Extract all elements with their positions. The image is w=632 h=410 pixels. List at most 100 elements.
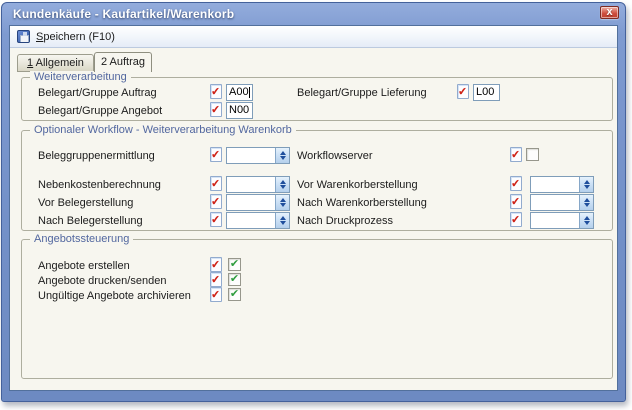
group-angebotssteuerung-title: Angebotssteuerung (30, 233, 133, 245)
red-check-glyph: ✔ (211, 259, 221, 272)
combo-nach-warenkorberstellung[interactable] (530, 194, 594, 211)
checkbox-angebote-drucken[interactable]: ✔ (228, 273, 241, 286)
tab-allgemein[interactable]: 1 Allgemein (17, 54, 94, 72)
spin-up-icon (280, 151, 286, 155)
red-check-glyph: ✔ (211, 86, 221, 99)
doc-check-icon[interactable]: ✔ (210, 176, 222, 191)
green-check-icon: ✔ (229, 289, 240, 300)
doc-check-icon[interactable]: ✔ (510, 147, 522, 162)
spin-down-icon (584, 203, 590, 207)
combo-beleggruppenermittlung[interactable] (226, 147, 290, 164)
combo-vor-belegerstellung[interactable] (226, 194, 290, 211)
doc-check-icon[interactable]: ✔ (457, 84, 469, 99)
label-nach-druckprozess: Nach Druckprozess (297, 215, 393, 228)
save-icon (17, 30, 30, 43)
spin-up-icon (584, 180, 590, 184)
label-belegart-lieferung: Belegart/Gruppe Lieferung (297, 87, 427, 100)
label-angebote-erstellen: Angebote erstellen (38, 260, 130, 273)
tab-auftrag[interactable]: 2 Auftrag (94, 52, 152, 72)
spin-up-icon (280, 198, 286, 202)
label-nach-warenkorberstellung: Nach Warenkorberstellung (297, 197, 427, 210)
spinner-button[interactable] (579, 177, 593, 192)
red-check-glyph: ✔ (511, 178, 521, 191)
checkbox-angebote-archivieren[interactable]: ✔ (228, 288, 241, 301)
doc-check-icon[interactable]: ✔ (510, 194, 522, 209)
group-weiterverarbeitung: Weiterverarbeitung Belegart/Gruppe Auftr… (21, 77, 613, 121)
red-check-glyph: ✔ (211, 274, 221, 287)
spinner-button[interactable] (579, 213, 593, 228)
save-label-rest: peichern (F10) (43, 31, 115, 43)
close-icon: x (601, 7, 618, 17)
spinner-button[interactable] (275, 195, 289, 210)
label-workflowserver: Workflowserver (297, 150, 373, 163)
title-bar[interactable]: Kundenkäufe - Kaufartikel/Warenkorb x (2, 3, 625, 25)
combo-vor-warenkorberstellung[interactable] (530, 176, 594, 193)
input-belegart-auftrag[interactable]: A00 (226, 84, 253, 101)
doc-check-icon[interactable]: ✔ (210, 257, 222, 272)
doc-check-icon[interactable]: ✔ (210, 194, 222, 209)
label-nach-belegerstellung: Nach Belegerstellung (38, 215, 143, 228)
label-belegart-auftrag: Belegart/Gruppe Auftrag (38, 87, 157, 100)
input-belegart-angebot[interactable]: N00 (226, 102, 253, 119)
doc-check-icon[interactable]: ✔ (210, 102, 222, 117)
label-angebote-archivieren: Ungültige Angebote archivieren (38, 290, 191, 303)
label-beleggruppenermittlung: Beleggruppenermittlung (38, 150, 155, 163)
doc-check-icon[interactable]: ✔ (210, 287, 222, 302)
spin-down-icon (584, 221, 590, 225)
save-label: Speichern (F10) (36, 31, 115, 43)
doc-check-icon[interactable]: ✔ (210, 147, 222, 162)
group-angebotssteuerung: Angebotssteuerung Angebote erstellen ✔ ✔… (21, 239, 613, 379)
save-button[interactable]: Speichern (F10) (13, 27, 121, 46)
combo-nebenkostenberechnung[interactable] (226, 176, 290, 193)
red-check-glyph: ✔ (211, 289, 221, 302)
red-check-glyph: ✔ (211, 196, 221, 209)
combo-nach-belegerstellung[interactable] (226, 212, 290, 229)
doc-check-icon[interactable]: ✔ (510, 176, 522, 191)
spin-down-icon (280, 203, 286, 207)
label-nebenkostenberechnung: Nebenkostenberechnung (38, 179, 161, 192)
doc-check-icon[interactable]: ✔ (210, 272, 222, 287)
red-check-glyph: ✔ (211, 178, 221, 191)
label-angebote-drucken: Angebote drucken/senden (38, 275, 166, 288)
spin-up-icon (584, 216, 590, 220)
red-check-glyph: ✔ (511, 149, 521, 162)
text-caret (249, 87, 250, 98)
red-check-glyph: ✔ (211, 149, 221, 162)
spin-up-icon (280, 180, 286, 184)
spinner-button[interactable] (579, 195, 593, 210)
tab-allgemein-label: Allgemein (33, 57, 84, 69)
tab-auftrag-label: 2 Auftrag (101, 56, 145, 68)
label-vor-belegerstellung: Vor Belegerstellung (38, 197, 133, 210)
red-check-glyph: ✔ (458, 86, 468, 99)
spinner-button[interactable] (275, 213, 289, 228)
window-title: Kundenkäufe - Kaufartikel/Warenkorb (13, 7, 234, 21)
checkbox-angebote-erstellen[interactable]: ✔ (228, 258, 241, 271)
spin-up-icon (280, 216, 286, 220)
close-button[interactable]: x (600, 6, 619, 19)
input-belegart-lieferung-value: L00 (476, 86, 494, 98)
checkbox-workflowserver[interactable] (526, 148, 539, 161)
spin-up-icon (584, 198, 590, 202)
red-check-glyph: ✔ (511, 214, 521, 227)
spinner-button[interactable] (275, 177, 289, 192)
group-workflow-title: Optionaler Workflow - Weiterverarbeitung… (30, 124, 296, 136)
group-workflow: Optionaler Workflow - Weiterverarbeitung… (21, 130, 613, 231)
doc-check-icon[interactable]: ✔ (210, 212, 222, 227)
red-check-glyph: ✔ (211, 104, 221, 117)
combo-nach-druckprozess[interactable] (530, 212, 594, 229)
input-belegart-auftrag-value: A00 (229, 86, 249, 98)
input-belegart-angebot-value: N00 (229, 104, 249, 116)
doc-check-icon[interactable]: ✔ (210, 84, 222, 99)
spinner-button[interactable] (275, 148, 289, 163)
red-check-glyph: ✔ (211, 214, 221, 227)
spin-down-icon (280, 221, 286, 225)
spin-down-icon (280, 185, 286, 189)
doc-check-icon[interactable]: ✔ (510, 212, 522, 227)
green-check-icon: ✔ (229, 274, 240, 285)
input-belegart-lieferung[interactable]: L00 (473, 84, 500, 101)
app-window: Kundenkäufe - Kaufartikel/Warenkorb x Sp… (1, 2, 626, 402)
spin-down-icon (584, 185, 590, 189)
label-vor-warenkorberstellung: Vor Warenkorberstellung (297, 179, 418, 192)
red-check-glyph: ✔ (511, 196, 521, 209)
spin-down-icon (280, 156, 286, 160)
